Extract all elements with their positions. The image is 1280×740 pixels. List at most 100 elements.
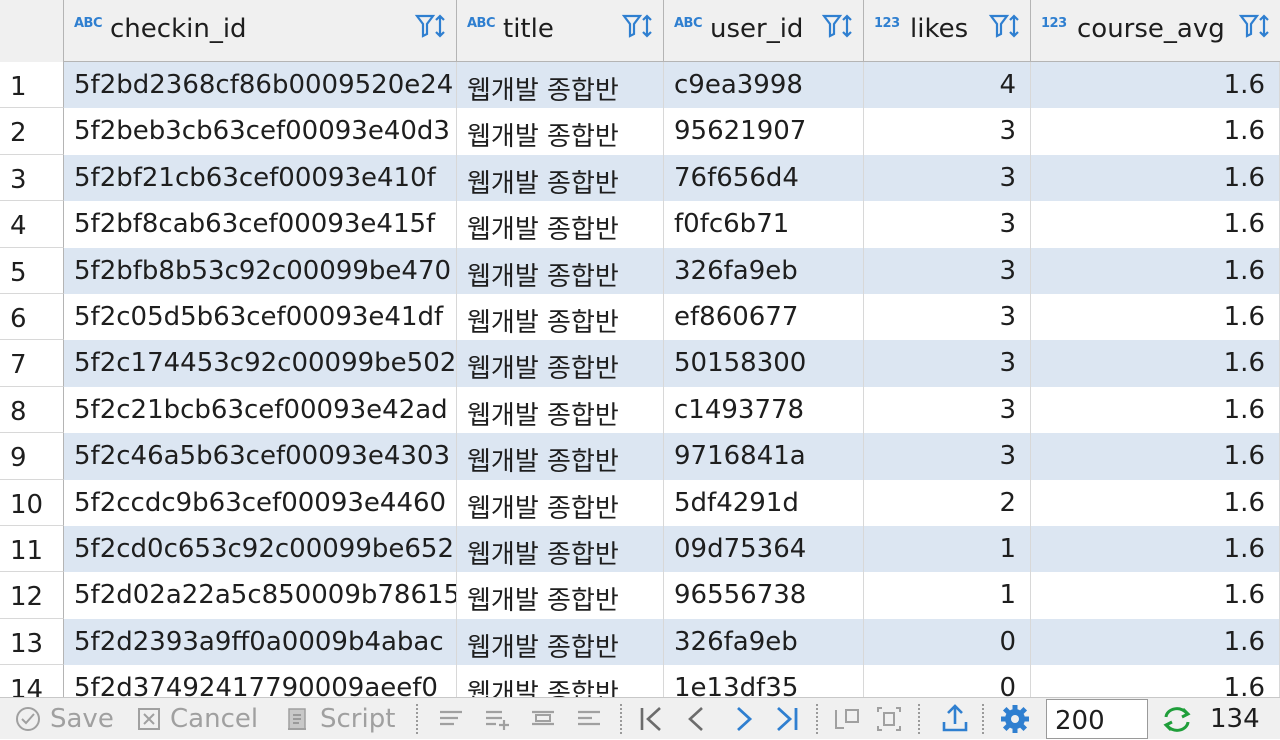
- cell-title[interactable]: 웹개발 종합반: [457, 479, 664, 526]
- cell-checkin-id[interactable]: 5f2bd2368cf86b0009520e24: [64, 62, 457, 109]
- filter-sort-icon[interactable]: [1238, 12, 1274, 42]
- cell-title[interactable]: 웹개발 종합반: [457, 572, 664, 619]
- cell-title[interactable]: 웹개발 종합반: [457, 526, 664, 573]
- cell-likes[interactable]: 3: [864, 247, 1031, 294]
- cell-course-avg[interactable]: 1.6: [1031, 294, 1280, 341]
- cell-user-id[interactable]: c1493778: [664, 386, 864, 434]
- column-header-checkin-id[interactable]: ABC checkin_id: [64, 0, 457, 62]
- cell-user-id[interactable]: 95621907: [664, 108, 864, 155]
- cell-user-id[interactable]: 96556738: [664, 572, 864, 619]
- cell-title[interactable]: 웹개발 종합반: [457, 386, 664, 434]
- cell-likes[interactable]: 2: [864, 479, 1031, 526]
- cell-likes[interactable]: 3: [864, 108, 1031, 155]
- row-number[interactable]: 14: [0, 665, 64, 697]
- cell-course-avg[interactable]: 1.6: [1031, 572, 1280, 619]
- column-header-user-id[interactable]: ABC user_id: [664, 0, 864, 62]
- cell-checkin-id[interactable]: 5f2c174453c92c00099be502: [64, 340, 457, 387]
- cell-likes[interactable]: 1: [864, 572, 1031, 619]
- cell-checkin-id[interactable]: 5f2bfb8b53c92c00099be470: [64, 247, 457, 294]
- row-number[interactable]: 3: [0, 154, 64, 202]
- cell-user-id[interactable]: 09d75364: [664, 526, 864, 573]
- row-number[interactable]: 12: [0, 572, 64, 619]
- cell-course-avg[interactable]: 1.6: [1031, 247, 1280, 294]
- first-page-icon[interactable]: [634, 702, 668, 736]
- cell-checkin-id[interactable]: 5f2cd0c653c92c00099be652: [64, 526, 457, 573]
- table-row[interactable]: 8 5f2c21bcb63cef00093e42ad 웹개발 종합반 c1493778…: [0, 386, 1280, 434]
- row-number[interactable]: 2: [0, 108, 64, 155]
- cell-user-id[interactable]: 50158300: [664, 340, 864, 387]
- cell-course-avg[interactable]: 1.6: [1031, 386, 1280, 434]
- cell-title[interactable]: 웹개발 종합반: [457, 294, 664, 341]
- table-row[interactable]: 2 5f2beb3cb63cef00093e40d3 웹개발 종합반 95621907…: [0, 108, 1280, 155]
- column-header-course-avg[interactable]: 123 course_avg: [1031, 0, 1280, 62]
- cell-user-id[interactable]: c9ea3998: [664, 62, 864, 109]
- cell-checkin-id[interactable]: 5f2c21bcb63cef00093e42ad: [64, 386, 457, 434]
- row-number[interactable]: 7: [0, 340, 64, 387]
- table-row[interactable]: 12 5f2d02a22a5c850009b78615 웹개발 종합반 9655673…: [0, 572, 1280, 619]
- cell-title[interactable]: 웹개발 종합반: [457, 154, 664, 202]
- row-number[interactable]: 9: [0, 433, 64, 480]
- row-number[interactable]: 5: [0, 247, 64, 294]
- filter-sort-icon[interactable]: [988, 12, 1024, 42]
- cell-title[interactable]: 웹개발 종합반: [457, 247, 664, 294]
- cell-user-id[interactable]: 5df4291d: [664, 479, 864, 526]
- cell-course-avg[interactable]: 1.6: [1031, 340, 1280, 387]
- prev-page-icon[interactable]: [680, 702, 714, 736]
- cell-likes[interactable]: 1: [864, 526, 1031, 573]
- cell-likes[interactable]: 3: [864, 201, 1031, 248]
- record-view-icon[interactable]: [872, 702, 906, 736]
- cell-likes[interactable]: 3: [864, 386, 1031, 434]
- cell-course-avg[interactable]: 1.6: [1031, 479, 1280, 526]
- cell-checkin-id[interactable]: 5f2d02a22a5c850009b78615: [64, 572, 457, 619]
- table-row[interactable]: 13 5f2d2393a9ff0a0009b4abac 웹개발 종합반 326fa9e…: [0, 618, 1280, 666]
- row-number[interactable]: 10: [0, 479, 64, 526]
- cell-course-avg[interactable]: 1.6: [1031, 201, 1280, 248]
- row-number[interactable]: 4: [0, 201, 64, 248]
- cell-title[interactable]: 웹개발 종합반: [457, 433, 664, 480]
- cell-title[interactable]: 웹개발 종합반: [457, 340, 664, 387]
- cancel-button[interactable]: Cancel: [136, 698, 258, 740]
- table-row[interactable]: 6 5f2c05d5b63cef00093e41df 웹개발 종합반 ef860677…: [0, 294, 1280, 341]
- row-number[interactable]: 6: [0, 294, 64, 341]
- save-button[interactable]: Save: [14, 698, 114, 740]
- cell-course-avg[interactable]: 1.6: [1031, 618, 1280, 666]
- table-row[interactable]: 7 5f2c174453c92c00099be502 웹개발 종합반 50158300…: [0, 340, 1280, 387]
- filter-sort-icon[interactable]: [821, 12, 857, 42]
- copy-row-icon[interactable]: [526, 702, 560, 736]
- cell-title[interactable]: 웹개발 종합반: [457, 201, 664, 248]
- table-row[interactable]: 4 5f2bf8cab63cef00093e415f 웹개발 종합반 f0fc6b71…: [0, 201, 1280, 248]
- cell-likes[interactable]: 3: [864, 154, 1031, 202]
- cell-title[interactable]: 웹개발 종합반: [457, 618, 664, 666]
- next-page-icon[interactable]: [726, 702, 760, 736]
- table-row[interactable]: 14 5f2d37492417790009aeef0 웹개발 종합반 1e13df35…: [0, 665, 1280, 697]
- cell-checkin-id[interactable]: 5f2d2393a9ff0a0009b4abac: [64, 618, 457, 666]
- column-header-title[interactable]: ABC title: [457, 0, 664, 62]
- column-header-likes[interactable]: 123 likes: [864, 0, 1031, 62]
- cell-likes[interactable]: 3: [864, 340, 1031, 387]
- row-number[interactable]: 11: [0, 526, 64, 573]
- filter-sort-icon[interactable]: [621, 12, 657, 42]
- cell-user-id[interactable]: 326fa9eb: [664, 247, 864, 294]
- cell-user-id[interactable]: f0fc6b71: [664, 201, 864, 248]
- table-row[interactable]: 3 5f2bf21cb63cef00093e410f 웹개발 종합반 76f656d4…: [0, 154, 1280, 202]
- export-icon[interactable]: [938, 702, 972, 736]
- table-row[interactable]: 5 5f2bfb8b53c92c00099be470 웹개발 종합반 326fa9eb…: [0, 247, 1280, 294]
- cell-user-id[interactable]: 326fa9eb: [664, 618, 864, 666]
- table-row[interactable]: 1 5f2bd2368cf86b0009520e24 웹개발 종합반 c9ea3998…: [0, 62, 1280, 109]
- cell-course-avg[interactable]: 1.6: [1031, 526, 1280, 573]
- cell-checkin-id[interactable]: 5f2ccdc9b63cef00093e4460: [64, 479, 457, 526]
- cell-user-id[interactable]: ef860677: [664, 294, 864, 341]
- last-page-icon[interactable]: [770, 702, 804, 736]
- cell-title[interactable]: 웹개발 종합반: [457, 62, 664, 109]
- edit-row-icon[interactable]: [434, 702, 468, 736]
- cell-user-id[interactable]: 76f656d4: [664, 154, 864, 202]
- row-number[interactable]: 1: [0, 62, 64, 109]
- cell-likes[interactable]: 3: [864, 433, 1031, 480]
- cell-course-avg[interactable]: 1.6: [1031, 665, 1280, 697]
- cell-course-avg[interactable]: 1.6: [1031, 154, 1280, 202]
- settings-icon[interactable]: [998, 702, 1032, 736]
- fetch-size-input[interactable]: [1046, 699, 1148, 739]
- row-number[interactable]: 8: [0, 386, 64, 434]
- cell-title[interactable]: 웹개발 종합반: [457, 108, 664, 155]
- cell-checkin-id[interactable]: 5f2c46a5b63cef00093e4303: [64, 433, 457, 480]
